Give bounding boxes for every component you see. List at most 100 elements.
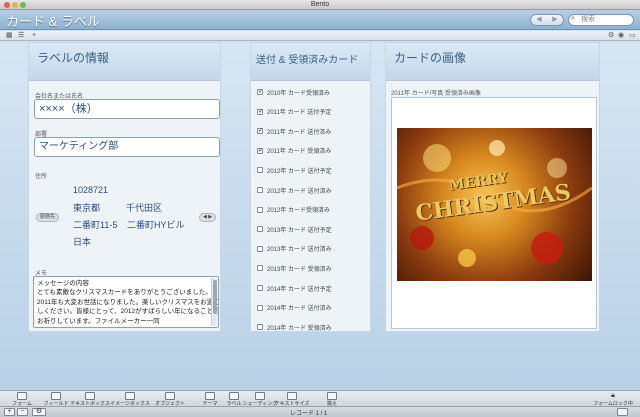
library-title: カード & ラベル <box>6 14 100 29</box>
card-checkbox-row[interactable]: 2014年 カード 送付予定 <box>257 283 332 293</box>
lock-icon: 🔒︎ <box>611 392 615 399</box>
address-nav-arrows[interactable]: ◀ ▶ <box>199 213 217 222</box>
card-checkbox-row[interactable]: ✓ 2010年 カード受領済み <box>257 87 330 97</box>
card-checkbox-label: 2014年 カード 送付予定 <box>267 286 332 293</box>
label-info-panel: ラベルの情報 会社名または氏名 ××××（株） 部署 マーケティング部 住所 1… <box>28 42 221 332</box>
checkbox-checked[interactable]: ✓ <box>257 128 263 135</box>
prefecture[interactable]: 東京都 <box>73 201 100 214</box>
card-checkbox-label: 2013年 カード 送付済み <box>267 247 332 254</box>
record-counter: レコード 1 / 1 <box>290 411 328 417</box>
card-checkbox-label: 2012年 カード 送付済み <box>267 188 332 195</box>
street[interactable]: 二番町11-5 <box>73 218 117 231</box>
card-checkbox-row[interactable]: 2014年 カード 送付済み <box>257 303 332 313</box>
close-window-button[interactable] <box>4 2 10 8</box>
card-checkbox-label: 2014年 カード 受領済み <box>267 325 332 332</box>
toolbar-item[interactable]: テキストボックス <box>70 392 110 407</box>
card-checkbox-row[interactable]: 2013年 カード 送付予定 <box>257 224 332 234</box>
nav-back-button[interactable]: ◀ <box>531 15 547 25</box>
card-checkbox-label: 2012年 カード 送付予定 <box>267 168 332 175</box>
label-info-header: ラベルの情報 <box>29 43 220 81</box>
card-checkbox-row[interactable]: 2012年 カード受領済み <box>257 205 330 215</box>
card-checkbox-label: 2014年 カード 送付済み <box>267 306 332 313</box>
gear-menu-button[interactable]: ⚙ <box>32 408 46 416</box>
image-field[interactable]: MERRY CHRISTMAS <box>391 97 597 329</box>
memo-line: メッセージの内容 <box>37 280 89 287</box>
toolbar-item[interactable]: テキストサイズ <box>272 392 312 407</box>
memo-scrollbar[interactable] <box>211 278 217 326</box>
form-content: ラベルの情報 会社名または氏名 ××××（株） 部署 マーケティング部 住所 1… <box>0 42 640 390</box>
dept-field[interactable]: マーケティング部 <box>34 137 220 157</box>
checkbox-unchecked[interactable] <box>257 206 263 213</box>
card-checkbox-row[interactable]: ✓ 2011年 カード 送付済み <box>257 126 331 136</box>
remove-record-button[interactable]: − <box>17 408 28 416</box>
card-checkbox-label: 2012年 カード受領済み <box>267 208 331 215</box>
checkbox-unchecked[interactable] <box>257 265 263 272</box>
label-info-title: ラベルの情報 <box>37 51 110 65</box>
memo-field[interactable]: メッセージの内容 とても素敵なクリスマスカードをありがとうございました。 201… <box>33 276 219 328</box>
checkbox-unchecked[interactable] <box>257 187 263 193</box>
address-type-menu[interactable]: 勤務先 <box>36 213 60 222</box>
country[interactable]: 日本 <box>73 235 91 248</box>
form-view-icon[interactable]: ▦ <box>6 32 13 40</box>
cards-title: 送付 & 受領済みカード <box>256 55 359 66</box>
memo-line: とても素敵なクリスマスカードをありがとうございました。 <box>37 289 212 297</box>
checkbox-unchecked[interactable] <box>257 167 263 174</box>
checkbox-unchecked[interactable] <box>257 324 263 331</box>
card-checkbox-label: 2011年 カード 送付予定 <box>267 110 332 117</box>
view-toolbar: ▦ ☰ + ⚙ ◉ ▭ <box>0 31 640 41</box>
image-panel: カードの画像 2011年 カード/写真 受領済み画像 MERRY CHRISTM… <box>385 42 600 332</box>
card-checkbox-row[interactable]: 2012年 カード 送付予定 <box>257 165 332 175</box>
minimize-window-button[interactable] <box>12 2 18 8</box>
toolbar-tool-icon <box>17 392 27 400</box>
toolbar-tool-icon <box>125 392 135 400</box>
checkbox-unchecked[interactable] <box>257 245 263 252</box>
window-titlebar: Bento <box>0 0 640 10</box>
toolbar-item[interactable]: イメージボックス <box>110 392 150 407</box>
search-input[interactable]: 検索 <box>568 14 634 26</box>
checkbox-unchecked[interactable] <box>257 285 263 291</box>
window-title: Bento <box>310 1 330 8</box>
add-form-icon[interactable]: + <box>32 32 36 40</box>
library-header: カード & ラベル ◀ ▶ 検索 ⌕ <box>0 10 640 30</box>
form-lock-button[interactable]: 🔒︎ フォームロック中 <box>590 392 636 407</box>
card-checkbox-row[interactable]: 2013年 カード 送付済み <box>257 244 332 254</box>
card-checkbox-row[interactable]: ✓ 2011年 カード 送付予定 <box>257 107 331 117</box>
card-checkbox-label: 2011年 カード 受領済み <box>267 149 332 156</box>
nav-forward-button[interactable]: ▶ <box>547 15 563 25</box>
checkbox-checked[interactable]: ✓ <box>257 89 263 95</box>
card-checkbox-row[interactable]: ✓ 2011年 カード 受領済み <box>257 146 331 156</box>
info-icon[interactable]: ◉ <box>618 32 624 40</box>
toolbar-tool-icon <box>229 392 239 400</box>
card-checkbox-row[interactable]: 2012年 カード 送付済み <box>257 185 332 195</box>
settings-gear-icon[interactable]: ⚙ <box>608 32 614 40</box>
postal-code[interactable]: 1028721 <box>73 185 108 195</box>
sidebar-icon[interactable] <box>617 408 628 416</box>
card-checkbox-row[interactable]: 2014年 カード 受領済み <box>257 322 332 332</box>
toolbar-tool-icon <box>255 392 265 400</box>
image-title: カードの画像 <box>394 51 467 65</box>
add-record-button[interactable]: + <box>4 408 15 416</box>
memo-line: お祈りしています。ファイルメーカー一同 <box>37 317 160 325</box>
building[interactable]: 二番町HYビル <box>127 218 185 231</box>
record-nav: ◀ ▶ <box>530 14 564 26</box>
image-header: カードの画像 <box>386 43 599 81</box>
toolbar-item[interactable]: オブジェクト <box>150 392 190 407</box>
company-field[interactable]: ××××（株） <box>34 99 220 119</box>
toolbar-tool-icon <box>327 392 337 400</box>
memo-line: 2011年も大変お世話になりました。楽しいクリスマスをお過ご <box>37 298 219 306</box>
zoom-window-button[interactable] <box>20 2 26 8</box>
cards-header: 送付 & 受領済みカード <box>251 43 370 81</box>
sidebar-toggle-icon[interactable]: ▭ <box>629 32 636 40</box>
checkbox-unchecked[interactable] <box>257 226 263 233</box>
table-view-icon[interactable]: ☰ <box>18 32 24 40</box>
toolbar-item[interactable]: 揃え <box>312 392 352 407</box>
status-bar: + − ⚙ レコード 1 / 1 <box>0 406 640 417</box>
checkbox-checked[interactable]: ✓ <box>257 147 263 154</box>
memo-scroll-thumb[interactable] <box>213 280 217 314</box>
city[interactable]: 千代田区 <box>126 201 162 214</box>
checkbox-unchecked[interactable] <box>257 304 263 311</box>
checkbox-checked[interactable]: ✓ <box>257 108 263 115</box>
memo-line: しください。皆様にとって、2012がすばらしい年になることを <box>37 308 219 316</box>
card-checkbox-label: 2013年 カード 受領済み <box>267 266 332 273</box>
card-checkbox-row[interactable]: 2013年 カード 受領済み <box>257 263 332 273</box>
